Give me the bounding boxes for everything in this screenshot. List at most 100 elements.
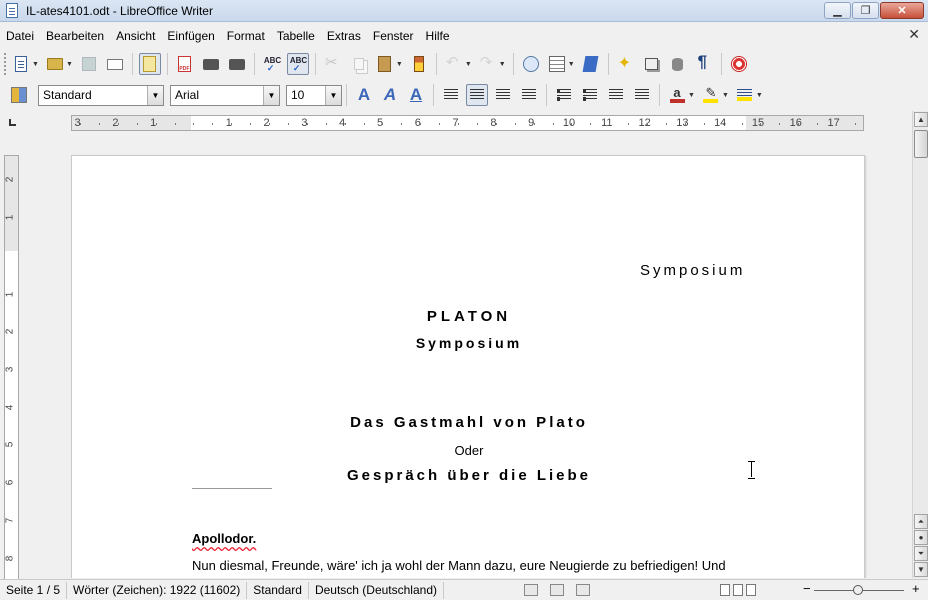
ruler-tick-mark xyxy=(382,123,384,125)
redo-dropdown-arrow[interactable]: ▼ xyxy=(499,61,506,68)
menu-table[interactable]: Tabelle xyxy=(271,29,321,43)
insert-mode-icon[interactable] xyxy=(524,584,538,596)
paste-dropdown-arrow[interactable]: ▼ xyxy=(396,61,403,68)
close-window-button[interactable]: ✕ xyxy=(880,2,924,19)
help-button[interactable] xyxy=(728,53,750,75)
highlight-button[interactable]: ✎ xyxy=(700,84,722,106)
increase-indent-button[interactable] xyxy=(631,84,653,106)
undo-dropdown-arrow[interactable]: ▼ xyxy=(465,61,472,68)
document-area[interactable]: Symposium PLATON Symposium Das Gastmahl … xyxy=(22,135,912,578)
styles-button[interactable] xyxy=(8,84,30,106)
open-button[interactable] xyxy=(44,53,66,75)
menu-view[interactable]: Ansicht xyxy=(110,29,161,43)
background-color-button[interactable] xyxy=(734,84,756,106)
menu-format[interactable]: Format xyxy=(221,29,271,43)
outline-button[interactable]: A xyxy=(405,84,427,106)
font-color-dropdown-arrow[interactable]: ▼ xyxy=(688,92,695,99)
menu-tools[interactable]: Extras xyxy=(321,29,367,43)
page-indicator[interactable]: Seite 1 / 5 xyxy=(0,581,68,599)
open-dropdown-arrow[interactable]: ▼ xyxy=(66,61,73,68)
align-right-button[interactable] xyxy=(492,84,514,106)
navigation-button[interactable]: ● xyxy=(914,530,928,545)
language[interactable]: Deutsch (Deutschland) xyxy=(309,581,444,599)
scroll-down-button[interactable]: ▼ xyxy=(914,562,928,577)
minimize-button[interactable]: ▁ xyxy=(824,2,851,19)
email-button[interactable] xyxy=(104,53,126,75)
font-color-button[interactable]: a xyxy=(666,84,688,106)
gallery-button[interactable] xyxy=(641,53,663,75)
menu-help[interactable]: Hilfe xyxy=(420,29,456,43)
vertical-ruler[interactable]: 2 1 1 2 3 4 5 6 7 8 xyxy=(4,155,19,580)
page-style[interactable]: Standard xyxy=(247,581,309,599)
decrease-indent-icon xyxy=(609,89,623,101)
ruler-tick-mark xyxy=(287,123,289,125)
zoom-out-icon[interactable]: − xyxy=(803,581,811,596)
undo-button[interactable] xyxy=(443,53,465,75)
close-document-button[interactable]: ✕ xyxy=(908,26,920,43)
chevron-down-icon[interactable]: ▼ xyxy=(263,85,279,105)
paste-button[interactable] xyxy=(374,53,396,75)
export-pdf-button[interactable] xyxy=(174,53,196,75)
chevron-down-icon[interactable]: ▼ xyxy=(325,85,341,105)
autospellcheck-button[interactable]: ABC xyxy=(286,53,309,75)
spellcheck-button[interactable]: ABC xyxy=(261,53,283,75)
chevron-down-icon[interactable]: ▼ xyxy=(147,85,163,105)
single-page-view-icon[interactable] xyxy=(720,584,730,596)
horizontal-ruler[interactable]: 3 2 1 1 2 3 4 5 6 7 8 9 10 11 12 13 14 15 16 17 xyxy=(71,115,864,131)
scrollbar-thumb[interactable] xyxy=(914,130,928,158)
new-dropdown-arrow[interactable]: ▼ xyxy=(32,61,39,68)
maximize-button[interactable]: ❐ xyxy=(852,2,879,19)
print-button[interactable] xyxy=(200,53,222,75)
background-dropdown-arrow[interactable]: ▼ xyxy=(756,92,763,99)
tab-stop-icon[interactable] xyxy=(9,119,16,126)
vertical-scrollbar[interactable]: ▲ ⏶ ● ⏷ ▼ xyxy=(912,111,928,578)
zoom-in-icon[interactable]: + xyxy=(912,581,920,596)
window-controls: ▁ ❐ ✕ xyxy=(823,2,924,19)
ruler-tick-mark xyxy=(514,123,516,125)
word-count[interactable]: Wörter (Zeichen): 1922 (11602) xyxy=(67,581,248,599)
data-sources-button[interactable] xyxy=(667,53,689,75)
cut-icon xyxy=(325,53,341,72)
print-preview-button[interactable] xyxy=(226,53,248,75)
navigator-button[interactable] xyxy=(520,53,542,75)
book-view-icon[interactable] xyxy=(746,584,756,596)
new-document-button[interactable] xyxy=(10,53,32,75)
save-button[interactable] xyxy=(78,53,100,75)
copy-button[interactable] xyxy=(348,53,370,75)
font-name-combo[interactable]: Arial ▼ xyxy=(170,84,280,106)
document-page[interactable]: Symposium PLATON Symposium Das Gastmahl … xyxy=(71,155,865,578)
bold-button[interactable]: A xyxy=(353,84,375,106)
digital-signature-icon[interactable] xyxy=(576,584,590,596)
justify-button[interactable] xyxy=(518,84,540,106)
scroll-up-button[interactable]: ▲ xyxy=(914,112,928,127)
bullet-list-button[interactable] xyxy=(579,84,601,106)
highlight-dropdown-arrow[interactable]: ▼ xyxy=(722,92,729,99)
font-size-combo[interactable]: 10 ▼ xyxy=(286,84,342,106)
clone-format-button[interactable] xyxy=(408,53,430,75)
toolbar-grip[interactable] xyxy=(4,53,8,75)
edit-mode-button[interactable] xyxy=(138,53,161,75)
insert-special-button[interactable] xyxy=(615,53,637,75)
italic-button[interactable]: A xyxy=(379,84,401,106)
menu-window[interactable]: Fenster xyxy=(367,29,420,43)
align-center-button[interactable] xyxy=(466,84,488,106)
menu-edit[interactable]: Bearbeiten xyxy=(40,29,110,43)
show-draw-button[interactable] xyxy=(580,53,602,75)
numbered-list-button[interactable] xyxy=(553,84,575,106)
new-document-icon xyxy=(15,56,27,72)
next-page-button[interactable]: ⏷ xyxy=(914,546,928,561)
document-modified-icon[interactable] xyxy=(550,584,564,596)
align-left-button[interactable] xyxy=(440,84,462,106)
menu-insert[interactable]: Einfügen xyxy=(161,29,220,43)
zoom-slider-handle[interactable] xyxy=(853,585,863,595)
previous-page-button[interactable]: ⏶ xyxy=(914,514,928,529)
table-dropdown-arrow[interactable]: ▼ xyxy=(568,61,575,68)
menu-file[interactable]: Datei xyxy=(0,29,40,43)
redo-button[interactable] xyxy=(477,53,499,75)
multi-page-view-icon[interactable] xyxy=(733,584,743,596)
cut-button[interactable] xyxy=(322,53,344,75)
formatting-marks-button[interactable] xyxy=(693,52,715,75)
paragraph-style-combo[interactable]: Standard ▼ xyxy=(38,84,164,106)
decrease-indent-button[interactable] xyxy=(605,84,627,106)
insert-table-button[interactable] xyxy=(546,53,568,75)
